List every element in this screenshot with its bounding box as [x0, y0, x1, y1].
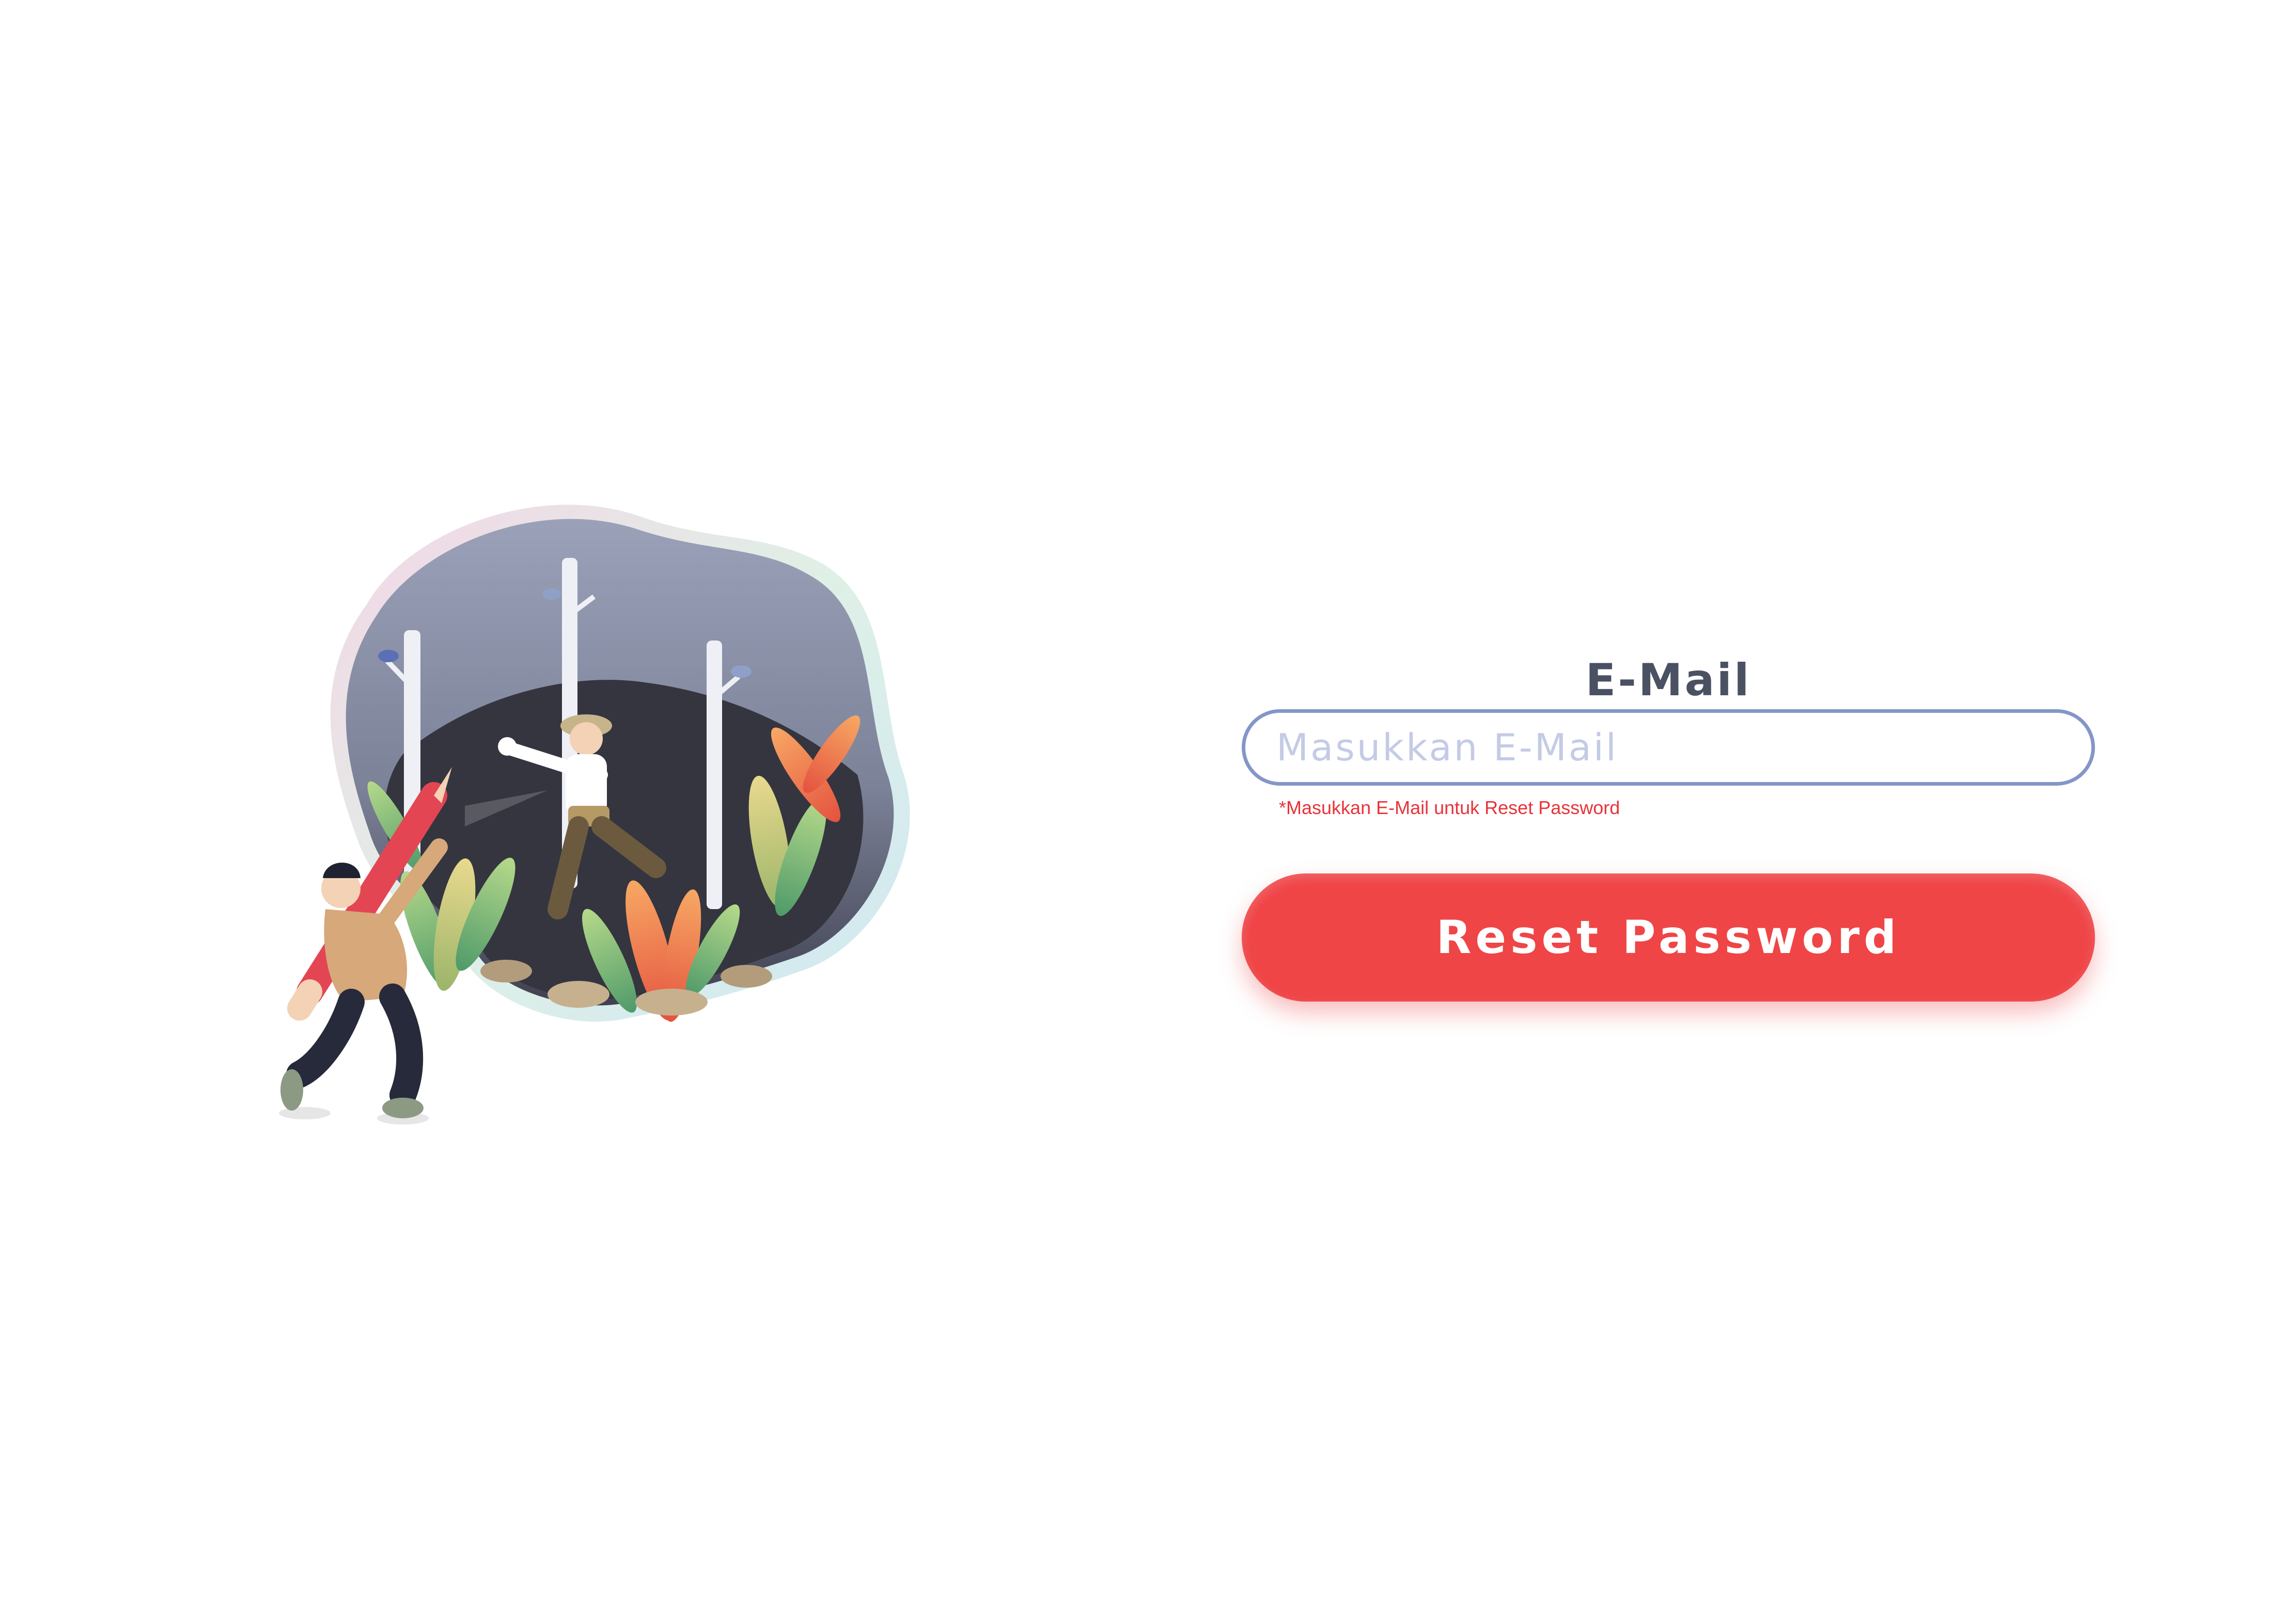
email-hint-text: *Masukkan E-Mail untuk Reset Password — [1279, 797, 1620, 818]
forest-explorer-illustration-icon — [279, 505, 910, 1125]
email-label: E-Mail — [1585, 654, 1752, 706]
email-input[interactable] — [1242, 709, 2095, 786]
hero-illustration — [248, 486, 971, 1136]
reset-password-button[interactable]: Reset Password — [1242, 873, 2095, 1002]
reset-password-form: E-Mail *Masukkan E-Mail untuk Reset Pass… — [1240, 656, 2097, 1002]
